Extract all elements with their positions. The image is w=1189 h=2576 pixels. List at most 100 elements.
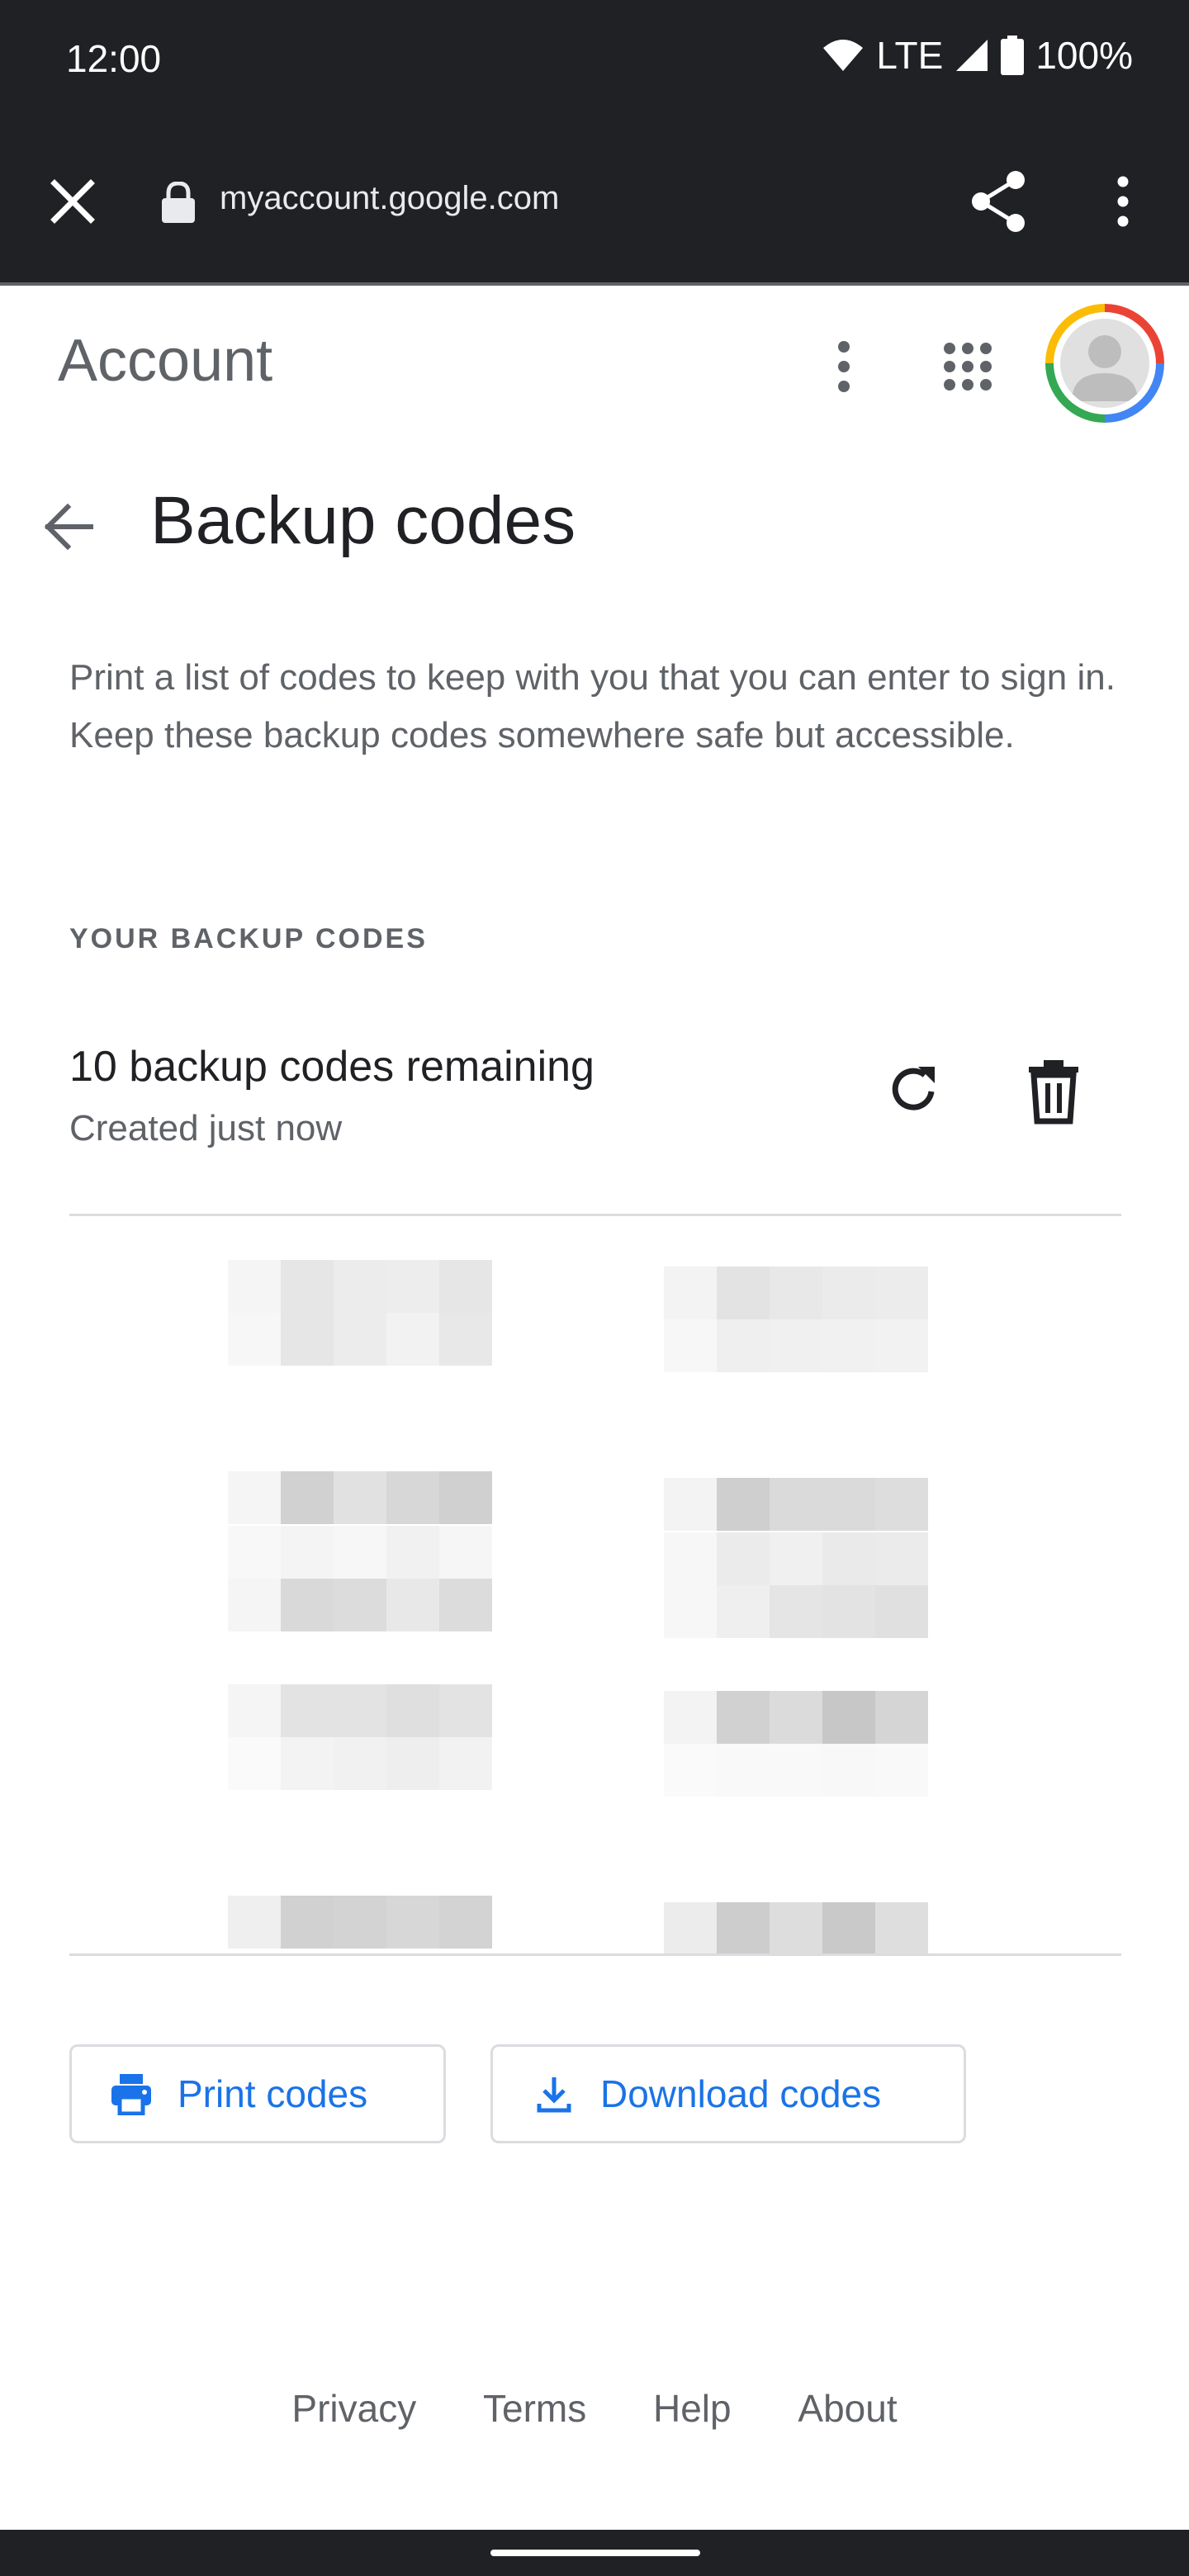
code-pixel [822,1849,875,1902]
backup-code [228,1418,494,1524]
code-pixel [228,1843,281,1896]
code-pixel [717,1267,770,1319]
footer-link-privacy[interactable]: Privacy [291,2387,416,2430]
code-pixel [875,1478,928,1531]
code-pixel [439,1418,492,1471]
code-pixel [717,1478,770,1531]
code-pixel [439,1526,492,1579]
code-pixel [386,1313,439,1366]
code-pixel [770,1478,822,1531]
footer-links: Privacy Terms Help About [0,2386,1189,2431]
close-icon[interactable] [43,172,102,231]
code-pixel [822,1319,875,1372]
code-pixel [334,1579,386,1631]
code-pixel [770,1425,822,1478]
print-icon [111,2074,151,2115]
backup-code [664,1267,930,1372]
browser-toolbar: myaccount.google.com [0,121,1189,282]
refresh-icon[interactable] [882,1058,945,1121]
code-pixel [875,1849,928,1902]
code-pixel [770,1849,822,1902]
app-title[interactable]: Account [58,327,272,395]
code-pixel [875,1585,928,1638]
code-pixel [228,1737,281,1790]
back-arrow-icon[interactable] [40,497,99,556]
code-pixel [281,1471,334,1524]
code-pixel [875,1267,928,1319]
code-pixel [281,1313,334,1366]
code-pixel [875,1902,928,1955]
code-pixel [770,1691,822,1744]
person-icon [1072,335,1138,401]
url-text[interactable]: myaccount.google.com [220,180,559,217]
print-codes-button[interactable]: Print codes [69,2044,446,2143]
footer-link-help[interactable]: Help [653,2387,732,2430]
code-pixel [875,1319,928,1372]
section-label: YOUR BACKUP CODES [69,923,428,954]
code-pixel [664,1902,717,1955]
page-description: Print a list of codes to keep with you t… [69,657,1116,755]
network-label: LTE [876,34,944,77]
backup-code [228,1260,494,1366]
code-pixel [386,1579,439,1631]
code-pixel [822,1744,875,1797]
code-pixel [822,1478,875,1531]
code-pixel [228,1896,281,1949]
code-pixel [334,1843,386,1896]
code-pixel [228,1579,281,1631]
more-vert-icon[interactable] [1103,170,1143,233]
more-vert-icon[interactable] [827,337,860,396]
code-pixel [386,1896,439,1949]
code-pixel [228,1471,281,1524]
code-pixel [281,1579,334,1631]
code-pixel [281,1843,334,1896]
code-pixel [228,1418,281,1471]
delete-icon[interactable] [1024,1058,1083,1125]
code-pixel [281,1684,334,1737]
code-pixel [386,1471,439,1524]
codes-top-divider [69,1214,1121,1216]
code-pixel [717,1319,770,1372]
code-pixel [717,1691,770,1744]
code-pixel [439,1843,492,1896]
backup-code [664,1532,930,1638]
code-pixel [664,1267,717,1319]
backup-code [228,1526,494,1631]
app-header: Account [0,286,1189,443]
footer-link-terms[interactable]: Terms [483,2387,586,2430]
code-pixel [439,1579,492,1631]
status-time: 12:00 [66,37,162,80]
backup-code [228,1843,494,1949]
download-codes-label: Download codes [600,2072,882,2115]
code-pixel [822,1532,875,1585]
code-pixel [334,1896,386,1949]
battery-icon [1001,36,1025,75]
code-pixel [386,1737,439,1790]
code-pixel [770,1267,822,1319]
code-pixel [228,1526,281,1579]
avatar[interactable] [1045,304,1164,423]
share-icon[interactable] [968,170,1030,233]
apps-grid-icon[interactable] [941,340,994,393]
code-pixel [770,1902,822,1955]
code-pixel [664,1744,717,1797]
code-pixel [717,1585,770,1638]
download-codes-button[interactable]: Download codes [490,2044,966,2143]
code-pixel [875,1425,928,1478]
code-pixel [875,1691,928,1744]
code-pixel [717,1849,770,1902]
code-pixel [664,1319,717,1372]
home-gesture-handle[interactable] [490,2550,700,2556]
code-pixel [822,1585,875,1638]
codes-remaining: 10 backup codes remaining [69,1043,594,1091]
code-pixel [228,1260,281,1313]
code-pixel [664,1478,717,1531]
signal-icon [956,40,988,71]
code-pixel [770,1744,822,1797]
code-pixel [875,1744,928,1797]
code-pixel [439,1684,492,1737]
footer-link-about[interactable]: About [798,2387,897,2430]
code-pixel [439,1260,492,1313]
wifi-icon [823,40,864,71]
code-pixel [334,1737,386,1790]
